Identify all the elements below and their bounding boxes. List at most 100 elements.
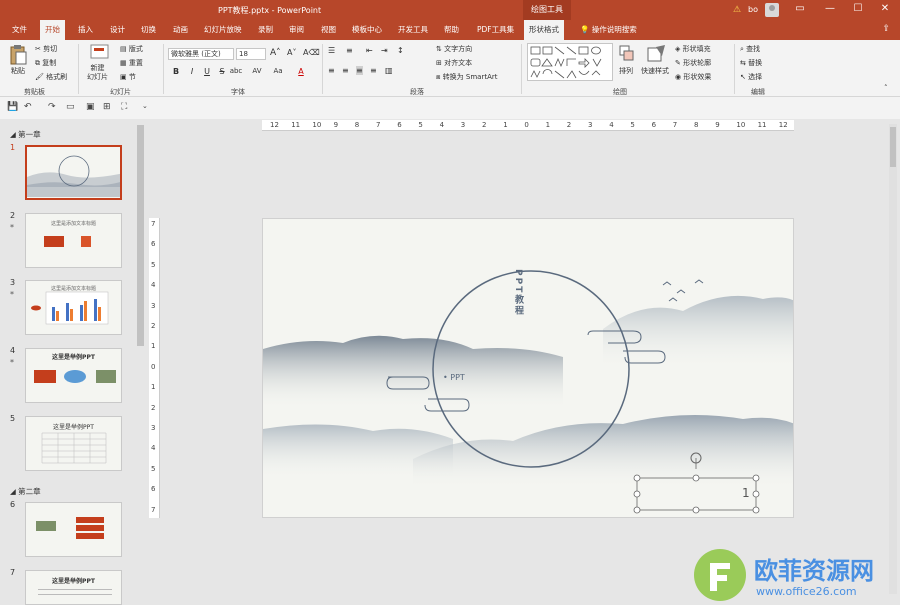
new-slide-icon[interactable] [90, 44, 110, 62]
justify-icon[interactable]: ≡ [370, 66, 377, 75]
char-spacing-button[interactable]: AV [250, 67, 264, 75]
ruler-tick-label: 12 [270, 121, 279, 129]
slide-vertical-title[interactable]: PPT教程 [511, 269, 523, 316]
tab-file[interactable]: 文件 [7, 20, 32, 40]
tab-pdf-tools[interactable]: PDF工具集 [472, 20, 519, 40]
align-center-icon[interactable]: ≡ [342, 66, 349, 75]
slide-thumbnail[interactable] [25, 502, 122, 557]
ribbon-display-options-icon[interactable]: ▭ [793, 3, 807, 14]
tab-view[interactable]: 视图 [316, 20, 341, 40]
save-icon[interactable]: 💾 [7, 102, 18, 112]
shape-outline-button[interactable]: ✎ 形状轮廓 [675, 58, 711, 68]
font-size-combo[interactable]: 18 [236, 48, 266, 60]
italic-button[interactable]: I [187, 67, 197, 76]
slide-thumbnail[interactable]: 这里是举例PPT [25, 348, 122, 403]
from-beginning-icon[interactable]: ▭ [66, 102, 75, 112]
quick-styles-button[interactable]: 快速样式 [641, 66, 669, 76]
editor-scrollbar[interactable] [889, 124, 897, 594]
clipboard-group-label: 剪贴板 [24, 88, 45, 96]
tab-developer[interactable]: 开发工具 [393, 20, 433, 40]
tab-record[interactable]: 录制 [253, 20, 278, 40]
avatar[interactable] [765, 3, 779, 17]
bold-button[interactable]: B [171, 67, 181, 76]
cut-button[interactable]: ✂ 剪切 [35, 44, 57, 54]
columns-icon[interactable]: ▥ [385, 66, 393, 75]
arrange-icon[interactable] [619, 45, 635, 63]
share-icon[interactable]: ⇪ [882, 24, 890, 34]
strikethrough-button[interactable]: S [217, 67, 227, 76]
touch-mode-icon[interactable]: ⛶ [121, 102, 127, 112]
slide-bullet-text[interactable]: • PPT [443, 373, 465, 382]
select-button[interactable]: ↖ 选择 [740, 72, 762, 82]
slide-thumbnail[interactable]: 这里是添加文本标题 [25, 213, 122, 268]
picture-icon[interactable]: ▣ [86, 102, 95, 112]
align-left-icon[interactable]: ≡ [328, 66, 335, 75]
quick-styles-icon[interactable] [647, 44, 667, 64]
maximize-button[interactable]: ☐ [851, 3, 865, 14]
reset-button[interactable]: ▦ 重置 [120, 58, 143, 68]
section-header[interactable]: ◢ 第一章 [10, 129, 41, 140]
tab-review[interactable]: 审阅 [284, 20, 309, 40]
align-right-icon[interactable]: ≡ [356, 66, 363, 75]
section-header[interactable]: ◢ 第二章 [10, 486, 41, 497]
warning-icon[interactable]: ⚠ [733, 5, 741, 15]
section-button[interactable]: ▣ 节 [120, 72, 136, 82]
copy-button[interactable]: ⧉ 复制 [35, 58, 56, 68]
decrease-font-icon[interactable]: A˅ [287, 48, 296, 57]
clear-format-icon[interactable]: A⌫ [303, 48, 320, 57]
underline-button[interactable]: U [202, 67, 212, 76]
collapse-ribbon-icon[interactable]: ˄ [884, 84, 888, 92]
font-name-combo[interactable]: 微软雅黑 (正文) [168, 48, 234, 60]
shapes-gallery[interactable] [527, 43, 613, 81]
slide-thumbnail[interactable]: 这里是添加文本标题 [25, 280, 122, 335]
replace-button[interactable]: ⇆ 替换 [740, 58, 762, 68]
close-button[interactable]: ✕ [878, 3, 892, 14]
tab-transitions[interactable]: 切换 [136, 20, 161, 40]
numbering-icon[interactable]: ≡ [346, 46, 353, 55]
slide-thumbnail[interactable] [25, 145, 122, 200]
tab-slideshow[interactable]: 幻灯片放映 [199, 20, 247, 40]
line-spacing-icon[interactable]: ↕ [397, 46, 404, 55]
minimize-button[interactable]: — [823, 3, 837, 14]
tab-insert[interactable]: 插入 [73, 20, 98, 40]
shape-effects-button[interactable]: ◉ 形状效果 [675, 72, 711, 82]
font-color-button[interactable]: A [296, 67, 306, 76]
slide-thumbnail[interactable]: 这里是举例PPT [25, 570, 122, 605]
arrange-button[interactable]: 排列 [619, 66, 633, 76]
paste-icon[interactable] [9, 44, 27, 66]
slide-thumbnail[interactable]: 这里是举例PPT [25, 416, 122, 471]
increase-indent-icon[interactable]: ⇥ [381, 46, 388, 55]
tab-help[interactable]: 帮助 [439, 20, 464, 40]
increase-font-icon[interactable]: A˄ [270, 48, 281, 58]
text-shadow-button[interactable]: abc [229, 67, 243, 75]
tab-home[interactable]: 开始 [40, 20, 65, 40]
tab-shape-format[interactable]: 形状格式 [524, 20, 564, 40]
thumbnail-scrollbar[interactable] [137, 125, 144, 346]
smartart-button[interactable]: ⧈ 转换为 SmartArt [436, 72, 498, 82]
format-painter-button[interactable]: 🖌 格式刷 [35, 72, 67, 82]
layout-button[interactable]: ▤ 版式 [120, 44, 143, 54]
selected-textbox-value[interactable]: 1 [742, 486, 750, 500]
scrollbar-thumb[interactable] [890, 127, 896, 167]
undo-icon[interactable]: ↶ [24, 102, 32, 112]
text-direction-button[interactable]: ⇅ 文字方向 [436, 44, 472, 54]
find-button[interactable]: ⌕ 查找 [740, 44, 760, 54]
change-case-button[interactable]: Aa [271, 67, 285, 75]
bullets-icon[interactable]: ☰ [328, 46, 335, 55]
current-slide[interactable]: PPT教程 • PPT 1 [262, 218, 794, 518]
user-name[interactable]: bo [748, 5, 758, 14]
align-text-button[interactable]: ⊞ 对齐文本 [436, 58, 472, 68]
tell-me-label: 操作说明搜索 [591, 25, 637, 34]
tab-animations[interactable]: 动画 [168, 20, 193, 40]
tab-templates[interactable]: 模板中心 [347, 20, 387, 40]
table-icon[interactable]: ⊞ [103, 102, 111, 112]
new-slide-button[interactable]: 新建 幻灯片 [87, 64, 108, 82]
shape-fill-button[interactable]: ◈ 形状填充 [675, 44, 711, 54]
customize-toolbar-icon[interactable]: ⌄ [142, 102, 148, 110]
paste-button[interactable]: 粘贴 [11, 66, 25, 76]
thumbnail-title: 这里是添加文本标题 [50, 221, 96, 227]
tab-design[interactable]: 设计 [105, 20, 130, 40]
redo-icon[interactable]: ↷ [48, 102, 56, 112]
decrease-indent-icon[interactable]: ⇤ [366, 46, 373, 55]
tell-me-search[interactable]: 💡 操作说明搜索 [575, 20, 642, 40]
